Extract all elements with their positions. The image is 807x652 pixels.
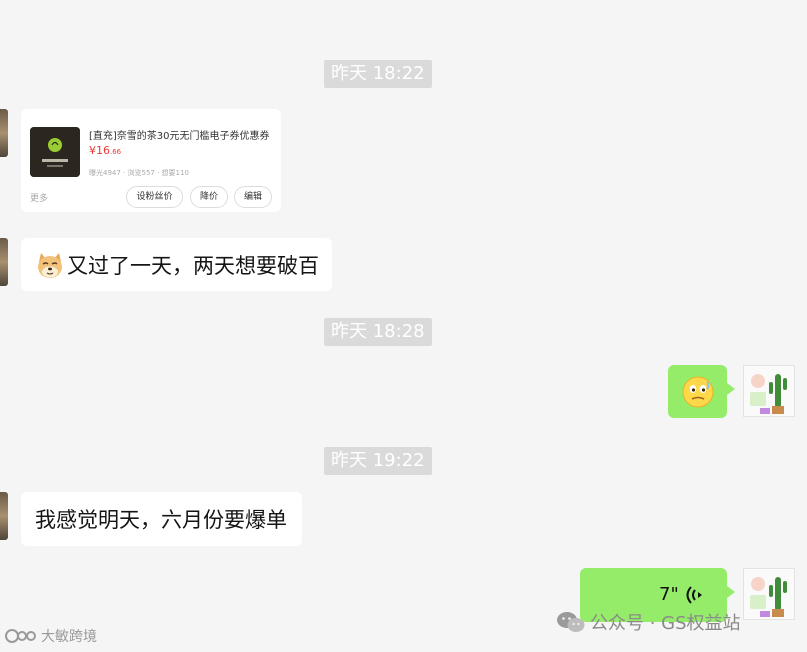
message-text: 又过了一天，两天想要破百 — [67, 253, 319, 278]
voice-duration: 7" — [659, 584, 679, 605]
my-avatar[interactable] — [743, 365, 795, 417]
watermark-logo-icon — [5, 629, 36, 643]
watermark-text: 大敏跨境 — [41, 629, 97, 645]
wechat-icon — [557, 612, 585, 632]
message-text: 我感觉明天，六月份要爆单 — [35, 508, 287, 532]
product-thumbnail — [30, 127, 80, 177]
product-title[interactable]: [直充]奈雪的茶30元无门槛电子券优惠券 — [89, 127, 270, 142]
set-fan-price-button[interactable]: 设粉丝价 — [126, 186, 183, 208]
price-main: 16 — [96, 144, 110, 157]
my-avatar[interactable] — [743, 568, 795, 620]
more-link[interactable]: 更多 — [30, 191, 48, 204]
contact-avatar[interactable] — [0, 109, 8, 157]
voice-wave-icon — [686, 586, 702, 604]
edit-button[interactable]: 编辑 — [234, 186, 272, 208]
watermark-wechat: 公众号 · GS权益站 — [556, 609, 741, 635]
message-bubble[interactable]: 又过了一天，两天想要破百 — [21, 238, 332, 291]
contact-avatar[interactable] — [0, 492, 8, 540]
doge-emoji-icon — [38, 252, 62, 278]
reduce-price-button[interactable]: 降价 — [190, 186, 228, 208]
price-decimal: .66 — [110, 148, 122, 156]
sent-emoji-bubble[interactable] — [668, 365, 735, 418]
message-bubble[interactable]: 我感觉明天，六月份要爆单 — [21, 492, 302, 546]
contact-avatar[interactable] — [0, 238, 8, 286]
timestamp: 昨天 18:28 — [324, 318, 432, 346]
emoji-icon — [682, 376, 714, 408]
timestamp: 昨天 19:22 — [324, 447, 432, 475]
cactus-avatar-icon — [744, 366, 794, 416]
timestamp: 昨天 18:22 — [324, 60, 432, 88]
product-stats: 曝光4947 · 浏览557 · 想要110 — [89, 169, 189, 177]
product-logo-icon — [30, 127, 80, 177]
watermark-left: 大敏跨境 — [4, 626, 97, 646]
price-symbol: ¥ — [89, 144, 96, 157]
watermark-text: 公众号 · GS权益站 — [590, 613, 741, 634]
product-card[interactable]: [直充]奈雪的茶30元无门槛电子券优惠券 ¥16.66 曝光4947 · 浏览5… — [21, 109, 281, 212]
cactus-avatar-icon — [744, 569, 794, 619]
product-price: ¥16.66 — [89, 144, 121, 157]
